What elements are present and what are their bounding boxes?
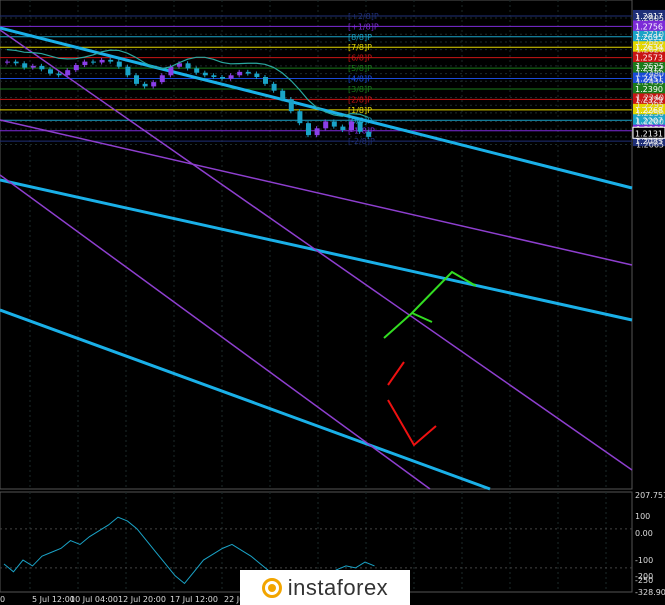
candle-body: [108, 59, 114, 62]
candle-body: [211, 75, 217, 77]
candle-body: [202, 72, 208, 76]
candle-body: [116, 61, 122, 67]
candle-body: [82, 61, 88, 66]
instaforex-logo-icon: [261, 577, 282, 598]
candle-body: [22, 63, 28, 68]
murray-level-label: [5/8]P: [348, 64, 372, 73]
candle-body: [366, 131, 372, 137]
price-axis-label: 1.2805: [636, 14, 664, 23]
candle-body: [185, 63, 191, 69]
candle-body: [73, 65, 79, 71]
candle-body: [323, 121, 329, 129]
murray-level-label: [-2/8]P: [348, 137, 375, 146]
candle-body: [280, 90, 286, 100]
murray-level-label: [4/8]P: [348, 75, 372, 84]
candle-body: [263, 76, 268, 84]
indicator-axis-label: -328.9020: [635, 588, 665, 597]
candle-body: [331, 121, 337, 127]
candle-body: [357, 121, 363, 132]
candle-body: [134, 75, 139, 84]
murray-level-label: [+2/8]P: [348, 12, 379, 21]
candle-body: [340, 126, 346, 131]
candle-body: [48, 69, 53, 74]
price-axis-label: 1.2435: [636, 77, 664, 86]
candle-body: [91, 61, 96, 63]
candle-body: [30, 65, 36, 68]
candle-body: [99, 59, 105, 63]
murray-level-label: [+1/8]P: [348, 22, 379, 31]
price-axis-label: 1.2620: [636, 46, 664, 55]
candle-body: [288, 99, 294, 112]
indicator-axis-label: -100: [635, 556, 653, 565]
time-axis-label: 5 Jul 12:00: [32, 595, 75, 604]
candle-body: [159, 75, 165, 83]
candle-body: [254, 73, 260, 77]
candle-body: [245, 71, 251, 74]
candle-body: [168, 66, 174, 76]
time-axis-label: 10 Jul 04:00: [70, 595, 118, 604]
time-axis-label: 17 Jul 12:00: [170, 595, 218, 604]
murray-level-label: [7/8]P: [348, 43, 372, 52]
candle-body: [13, 61, 19, 64]
candle-body: [65, 70, 71, 76]
candle-body: [151, 82, 157, 87]
instaforex-watermark: instaforex: [240, 570, 410, 605]
candle-body: [5, 61, 10, 63]
candle-body: [237, 71, 243, 76]
candle-body: [125, 66, 131, 76]
time-axis-label: 0: [0, 595, 5, 604]
candle-body: [349, 121, 354, 131]
current-price: 1.2131: [635, 129, 663, 138]
time-axis-label: 12 Jul 20:00: [118, 595, 166, 604]
candle-body: [228, 75, 234, 79]
murray-level-label: [3/8]P: [348, 85, 372, 94]
candle-body: [306, 123, 311, 136]
candle-body: [314, 128, 320, 136]
candle-body: [142, 83, 148, 87]
candle-body: [194, 68, 200, 73]
price-chart[interactable]: [+2/8]P 1.2817[+1/8]P 1.2756[8/8]P 1.2695[7…: [0, 0, 665, 605]
candle-body: [271, 83, 277, 91]
murray-level-label: [8/8]P: [348, 33, 372, 42]
indicator-axis-label: 207.7573: [635, 491, 665, 500]
candle-body: [56, 73, 62, 76]
candle-body: [297, 111, 303, 124]
indicator-axis-label: 0.00: [635, 529, 653, 538]
candle-body: [39, 65, 45, 70]
indicator-axis-label: -250: [635, 576, 653, 585]
murray-level-label: [2/8]P: [348, 95, 372, 104]
price-axis-label: 1.2065: [636, 141, 664, 150]
indicator-axis-label: 100: [635, 512, 650, 521]
murray-level-label: [6/8]P: [348, 54, 372, 63]
candle-body: [220, 76, 225, 79]
watermark-brand: instaforex: [287, 574, 389, 600]
